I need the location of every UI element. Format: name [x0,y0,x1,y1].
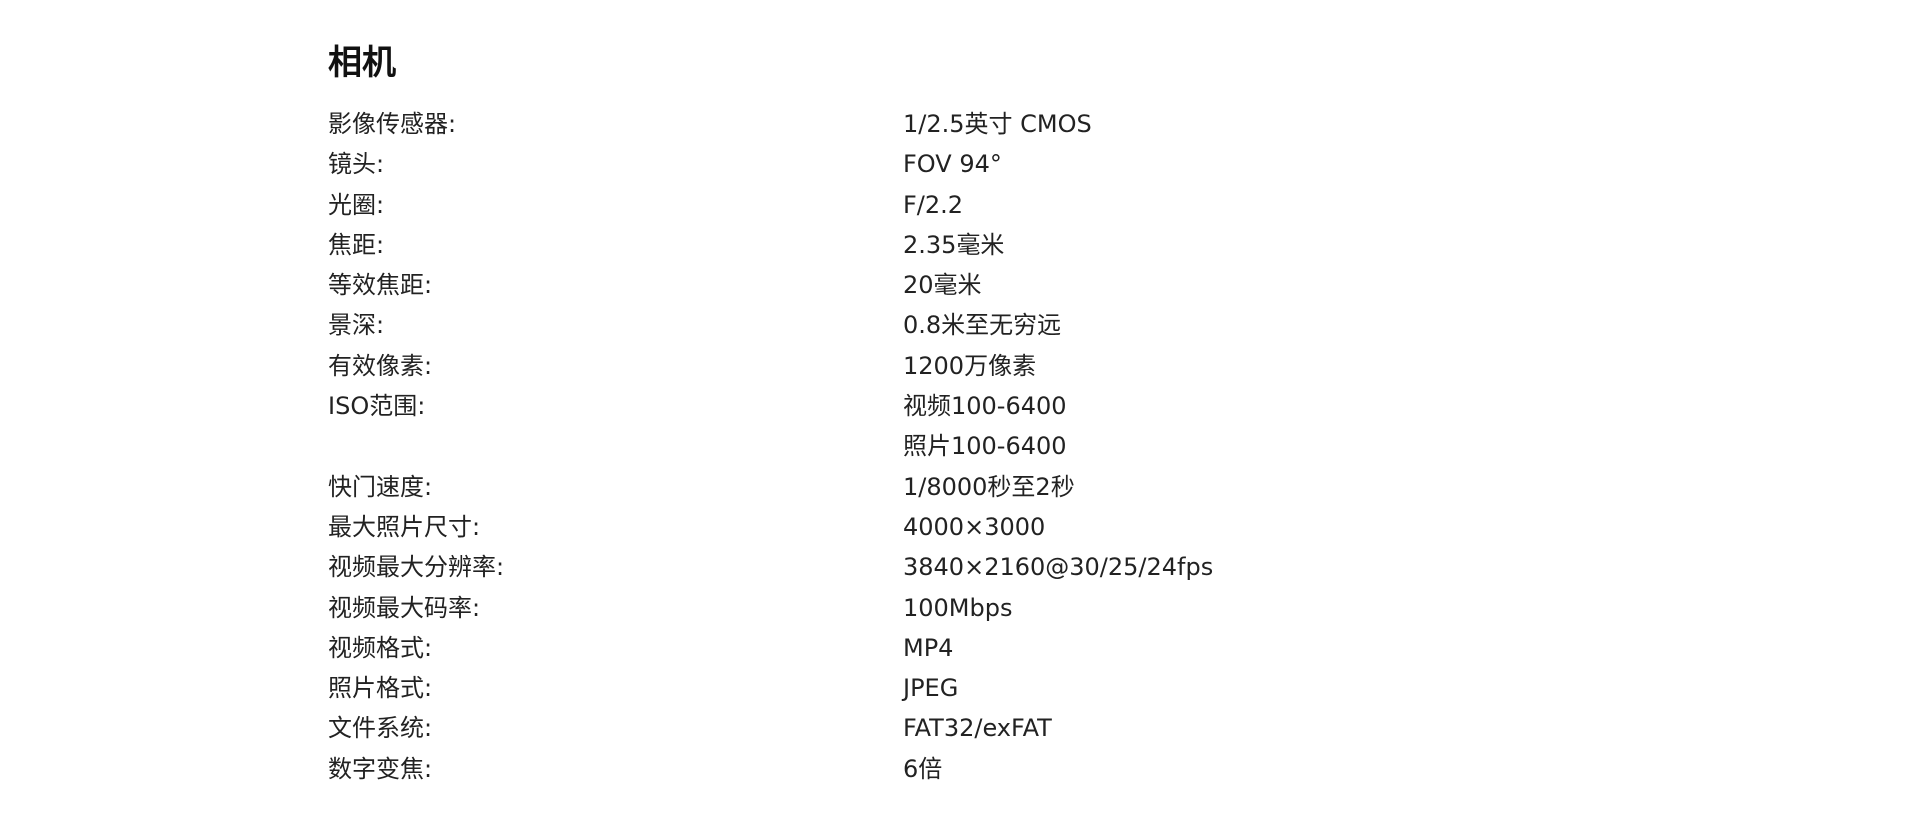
spec-row: 照片格式: JPEG [328,668,1213,708]
spec-label: 镜头: [328,150,385,179]
section-title: 相机 [328,43,396,83]
spec-row: 景深: 0.8米至无穷远 [328,305,1213,345]
spec-row: 焦距: 2.35毫米 [328,225,1213,265]
spec-value: 1/8000秒至2秒 [903,467,1213,507]
spec-value-line: JPEG [903,674,959,703]
spec-table-body: 影像传感器: 1/2.5英寸 CMOS 镜头: FOV 94° 光圈: F/2.2 焦距: 2… [328,104,1213,789]
spec-value: MP4 [903,628,1213,668]
spec-label: 有效像素: [328,351,433,380]
spec-value-line: FOV 94° [903,150,1002,179]
spec-value-line: FAT32/exFAT [903,714,1052,743]
spec-value-line: 6倍 [903,754,943,783]
spec-label: 视频最大分辨率: [328,553,505,582]
spec-value: 100Mbps [903,588,1213,628]
spec-value-line: F/2.2 [903,190,964,219]
spec-value: 20毫米 [903,265,1213,305]
spec-label: 等效焦距: [328,271,433,300]
spec-row: 镜头: FOV 94° [328,144,1213,184]
spec-label: 影像传感器: [328,110,457,138]
spec-value-line: 视频100-6400 [903,392,1067,421]
spec-value: 1/2.5英寸 CMOS [903,104,1213,144]
spec-value: FOV 94° [903,144,1213,184]
spec-row: 文件系统: FAT32/exFAT [328,708,1213,748]
spec-label: 视频最大码率: [328,593,481,622]
spec-label: ISO范围: [328,392,426,421]
spec-value-line: MP4 [903,633,954,662]
spec-value-line: 4000×3000 [903,512,1046,541]
spec-row: 有效像素: 1200万像素 [328,346,1213,386]
spec-value-line: 1/8000秒至2秒 [903,472,1075,501]
spec-row: 影像传感器: 1/2.5英寸 CMOS [328,104,1213,144]
spec-value: F/2.2 [903,185,1213,225]
spec-row: 光圈: F/2.2 [328,185,1213,225]
spec-value-line: 1/2.5英寸 CMOS [903,110,1092,138]
spec-row: 视频最大码率: 100Mbps [328,588,1213,628]
spec-label: 焦距: [328,230,385,259]
spec-row: 视频格式: MP4 [328,628,1213,668]
spec-label: 快门速度: [328,472,433,501]
spec-value: 1200万像素 [903,346,1213,386]
spec-value-line: 100Mbps [903,593,1013,622]
spec-label: 文件系统: [328,714,433,743]
camera-specs-section: 相机 影像传感器: 1/2.5英寸 CMOS 镜头: FOV 94° 光圈: F/2.2 焦… [328,36,1628,789]
spec-row: 等效焦距: 20毫米 [328,265,1213,305]
spec-value-line: 1200万像素 [903,351,1037,380]
spec-row: 快门速度: 1/8000秒至2秒 [328,467,1213,507]
spec-label: 数字变焦: [328,754,433,783]
spec-value-line: 2.35毫米 [903,230,1005,259]
spec-row: ISO范围: 视频100-6400 照片100-6400 [328,386,1213,467]
spec-value: 3840×2160@30/25/24fps [903,547,1213,587]
spec-value: 视频100-6400 照片100-6400 [903,386,1213,467]
spec-value: JPEG [903,668,1213,708]
spec-value-line: 照片100-6400 [903,432,1067,461]
spec-label: 光圈: [328,190,385,219]
spec-row: 最大照片尺寸: 4000×3000 [328,507,1213,547]
spec-value-line: 20毫米 [903,271,982,300]
spec-value: FAT32/exFAT [903,708,1213,748]
spec-value-line: 3840×2160@30/25/24fps [903,553,1214,582]
spec-row: 数字变焦: 6倍 [328,749,1213,789]
spec-label: 视频格式: [328,633,433,662]
spec-value: 2.35毫米 [903,225,1213,265]
spec-value-line: 0.8米至无穷远 [903,311,1062,340]
spec-label: 景深: [328,311,385,340]
spec-value: 6倍 [903,749,1213,789]
spec-table: 影像传感器: 1/2.5英寸 CMOS 镜头: FOV 94° 光圈: F/2.2 焦距: 2… [328,104,1213,789]
spec-value: 4000×3000 [903,507,1213,547]
spec-row: 视频最大分辨率: 3840×2160@30/25/24fps [328,547,1213,587]
spec-label: 照片格式: [328,674,433,703]
spec-label: 最大照片尺寸: [328,512,481,541]
spec-value: 0.8米至无穷远 [903,305,1213,345]
